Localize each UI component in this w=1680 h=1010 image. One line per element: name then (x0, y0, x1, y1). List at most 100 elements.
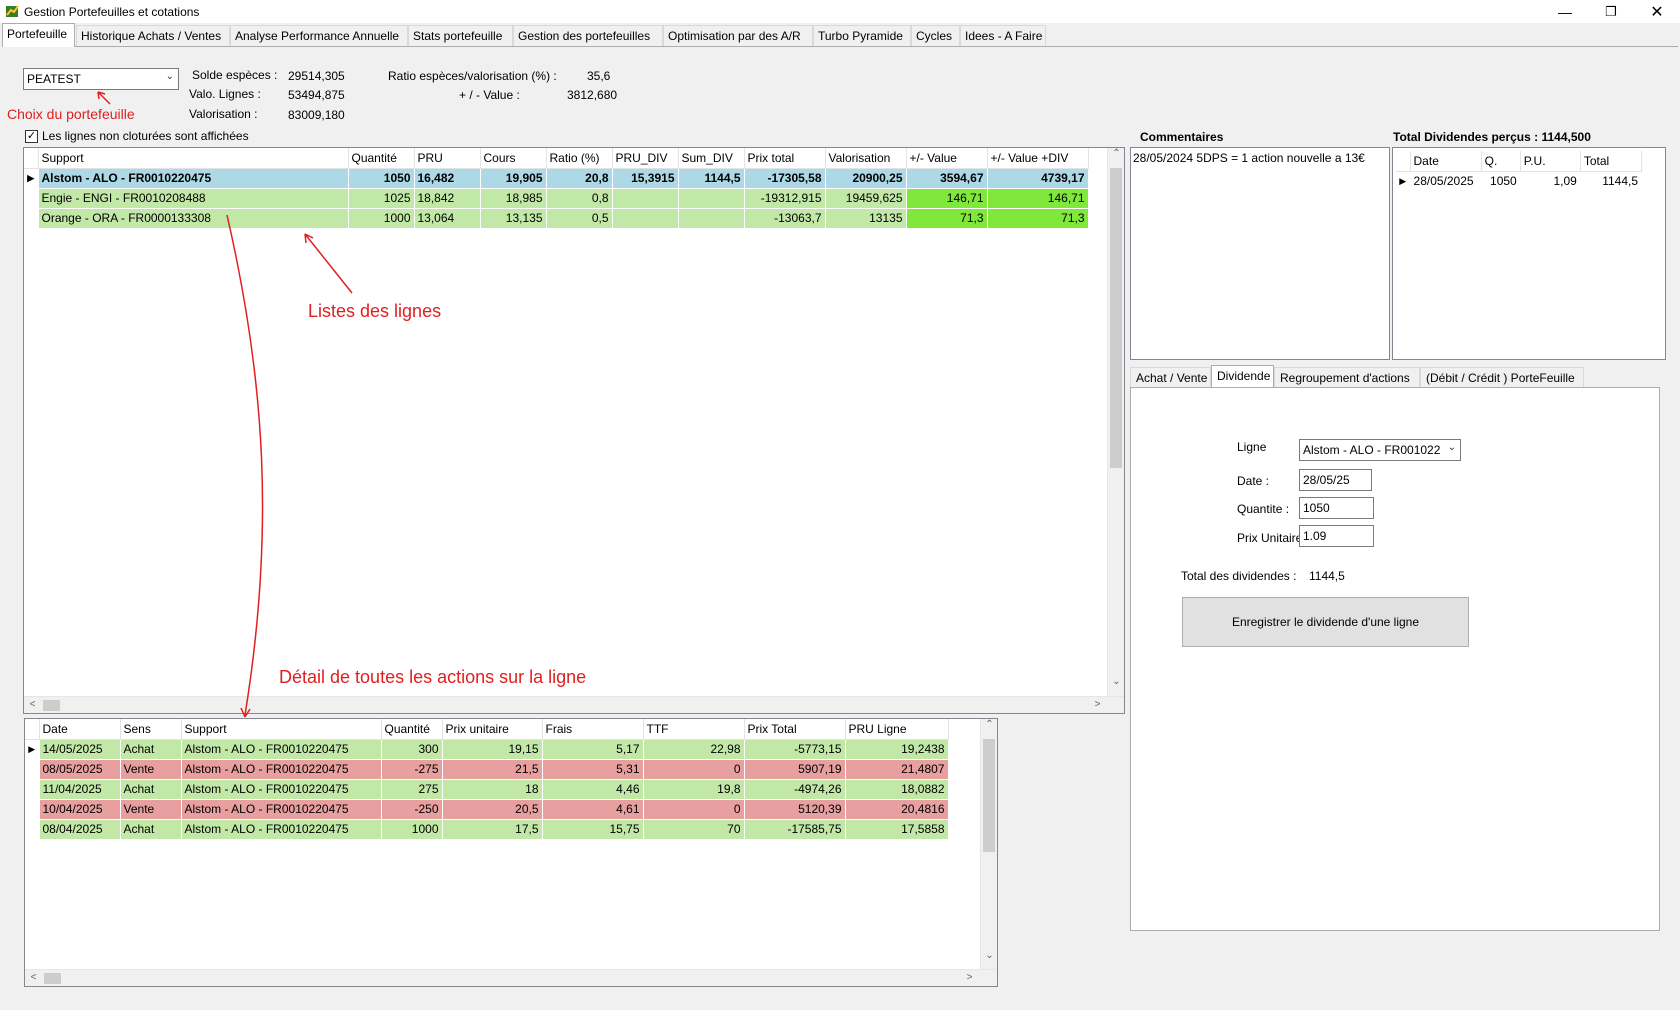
cell-pru-ligne[interactable]: 17,5858 (845, 819, 949, 840)
cell-ttf[interactable]: 22,98 (643, 739, 745, 760)
cell-sens[interactable]: Achat (120, 819, 182, 840)
cell-prix-unitaire[interactable]: 21,5 (442, 759, 543, 780)
subtab-achat-vente[interactable]: Achat / Vente (1130, 367, 1211, 387)
minimize-button[interactable]: — (1542, 0, 1588, 23)
show-open-lines-checkbox[interactable]: ✓ Les lignes non cloturées sont affichée… (25, 129, 249, 143)
tab-cycles[interactable]: Cycles (911, 25, 960, 46)
cell-prix-total[interactable]: -13063,7 (744, 208, 826, 229)
cell-quantite[interactable]: -275 (381, 759, 443, 780)
cell-sens[interactable]: Vente (120, 759, 182, 780)
cell-date[interactable]: 08/05/2025 (39, 759, 121, 780)
cell-support[interactable]: Alstom - ALO - FR0010220475 (181, 759, 382, 780)
cell-sum-div[interactable] (678, 208, 745, 229)
scroll-up-icon[interactable]: ⌃ (981, 719, 997, 736)
column-header[interactable]: P.U. (1520, 151, 1581, 172)
cell-pv-div[interactable]: 4739,17 (987, 168, 1089, 189)
scroll-thumb[interactable] (1110, 168, 1122, 468)
column-header[interactable]: PRU (414, 148, 481, 169)
column-header[interactable]: Quantité (348, 148, 415, 169)
cell-pru[interactable]: 13,064 (414, 208, 481, 229)
cell-sens[interactable]: Achat (120, 739, 182, 760)
cell-pru-div[interactable] (612, 188, 679, 209)
cell-prix-total[interactable]: 5120,39 (744, 799, 846, 820)
column-header[interactable]: +/- Value +DIV (987, 148, 1089, 169)
column-header[interactable]: Support (38, 148, 349, 169)
table-row[interactable]: 10/04/2025 Vente Alstom - ALO - FR001022… (25, 799, 949, 820)
cell-pru[interactable]: 18,842 (414, 188, 481, 209)
subtab-regroupement[interactable]: Regroupement d'actions (1274, 367, 1420, 387)
scroll-left-icon[interactable]: < (25, 972, 42, 983)
cell-quantite[interactable]: 1000 (381, 819, 443, 840)
table-row[interactable]: ▶ 14/05/2025 Achat Alstom - ALO - FR0010… (25, 739, 949, 760)
cell-date[interactable]: 08/04/2025 (39, 819, 121, 840)
portfolio-select[interactable]: PEATEST ⌄ (23, 68, 179, 90)
cell-support[interactable]: Alstom - ALO - FR0010220475 (181, 799, 382, 820)
cell-ratio[interactable]: 0,5 (546, 208, 613, 229)
cell-frais[interactable]: 5,31 (542, 759, 644, 780)
cell-sum-div[interactable]: 1144,5 (678, 168, 745, 189)
subtab-dividende[interactable]: Dividende (1211, 365, 1274, 388)
cell-quantite[interactable]: 1025 (348, 188, 415, 209)
cell-valorisation[interactable]: 13135 (825, 208, 907, 229)
cell-pru-ligne[interactable]: 20,4816 (845, 799, 949, 820)
save-dividend-button[interactable]: Enregistrer le dividende d'une ligne (1182, 597, 1469, 647)
scroll-thumb[interactable] (983, 739, 995, 852)
cell-prix-unitaire[interactable]: 17,5 (442, 819, 543, 840)
column-header[interactable]: Frais (542, 719, 644, 740)
cell-prix-unitaire[interactable]: 20,5 (442, 799, 543, 820)
tab-stats[interactable]: Stats portefeuille (408, 25, 513, 46)
cell-ttf[interactable]: 19,8 (643, 779, 745, 800)
column-header[interactable]: PRU Ligne (845, 719, 949, 740)
subtab-debit-credit[interactable]: (Débit / Crédit ) PorteFeuille (1420, 367, 1584, 387)
cell-support[interactable]: Alstom - ALO - FR0010220475 (181, 739, 382, 760)
column-header[interactable]: Date (39, 719, 121, 740)
cell-pu[interactable]: 1,09 (1520, 171, 1581, 192)
cell-pv[interactable]: 3594,67 (906, 168, 988, 189)
cell-ratio[interactable]: 0,8 (546, 188, 613, 209)
column-header[interactable]: Quantité (381, 719, 443, 740)
cell-prix-total[interactable]: 5907,19 (744, 759, 846, 780)
cell-date[interactable]: 14/05/2025 (39, 739, 121, 760)
cell-quantite[interactable]: 1000 (348, 208, 415, 229)
cell-sens[interactable]: Vente (120, 799, 182, 820)
lines-grid-vscroll[interactable]: ⌃ ⌄ (1107, 148, 1124, 696)
cell-quantite[interactable]: 1050 (348, 168, 415, 189)
cell-pv[interactable]: 146,71 (906, 188, 988, 209)
date-field[interactable]: 28/05/25 (1299, 469, 1372, 491)
cell-frais[interactable]: 5,17 (542, 739, 644, 760)
cell-cours[interactable]: 18,985 (480, 188, 547, 209)
tab-gestion[interactable]: Gestion des portefeuilles (513, 25, 663, 46)
cell-prix-total[interactable]: -17585,75 (744, 819, 846, 840)
restore-button[interactable]: ❐ (1588, 0, 1634, 23)
scroll-thumb[interactable] (44, 973, 61, 984)
tab-portefeuille[interactable]: Portefeuille (2, 23, 75, 47)
detail-grid-hscroll[interactable]: < > (25, 969, 997, 986)
detail-grid-vscroll[interactable]: ⌃ ⌄ (980, 719, 997, 969)
cell-support[interactable]: Alstom - ALO - FR0010220475 (38, 168, 349, 189)
table-row[interactable]: ▶ Alstom - ALO - FR0010220475 1050 16,48… (24, 168, 1089, 189)
cell-prix-total[interactable]: -4974,26 (744, 779, 846, 800)
table-row[interactable]: 08/04/2025 Achat Alstom - ALO - FR001022… (25, 819, 949, 840)
cell-frais[interactable]: 15,75 (542, 819, 644, 840)
column-header[interactable]: Ratio (%) (546, 148, 613, 169)
cell-date[interactable]: 28/05/2025 (1410, 171, 1482, 192)
column-header[interactable]: PRU_DIV (612, 148, 679, 169)
cell-date[interactable]: 11/04/2025 (39, 779, 121, 800)
cell-cours[interactable]: 19,905 (480, 168, 547, 189)
scroll-thumb[interactable] (43, 700, 60, 711)
cell-support[interactable]: Alstom - ALO - FR0010220475 (181, 779, 382, 800)
tab-analyse-performance[interactable]: Analyse Performance Annuelle (230, 25, 408, 46)
cell-date[interactable]: 10/04/2025 (39, 799, 121, 820)
cell-valorisation[interactable]: 20900,25 (825, 168, 907, 189)
column-header[interactable]: Total (1580, 151, 1643, 172)
cell-quantite[interactable]: 275 (381, 779, 443, 800)
column-header[interactable]: Prix Total (744, 719, 846, 740)
cell-quantite[interactable]: 1050 (1481, 171, 1521, 192)
cell-prix-total[interactable]: -5773,15 (744, 739, 846, 760)
column-header[interactable]: +/- Value (906, 148, 988, 169)
cell-pv[interactable]: 71,3 (906, 208, 988, 229)
column-header[interactable]: Prix unitaire (442, 719, 543, 740)
cell-pv-div[interactable]: 146,71 (987, 188, 1089, 209)
comments-textarea[interactable]: 28/05/2024 5DPS = 1 action nouvelle a 13… (1130, 147, 1390, 360)
cell-ratio[interactable]: 20,8 (546, 168, 613, 189)
